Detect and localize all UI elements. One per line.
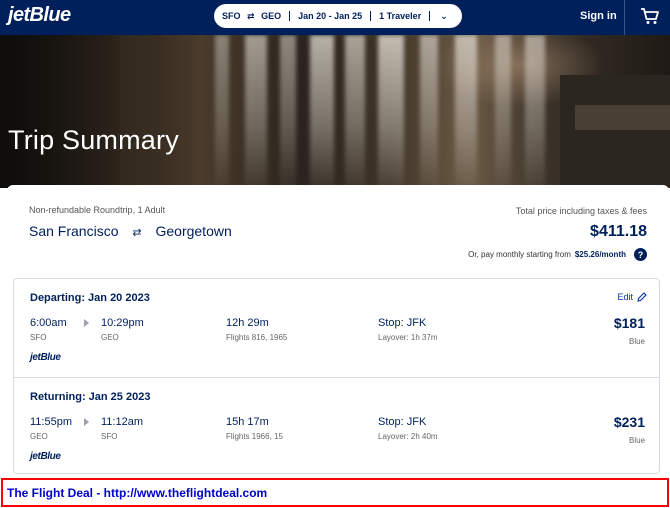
sign-in-link[interactable]: Sign in (580, 10, 617, 22)
help-icon[interactable]: ? (634, 248, 647, 261)
depart-code: GEO (30, 432, 48, 441)
header-divider (624, 0, 625, 35)
arrive-time: 10:29pm (101, 317, 144, 329)
fare-class: Blue (628, 436, 645, 445)
waterfall-stream (345, 35, 365, 188)
depart-time: 6:00am (30, 317, 67, 329)
waterfall-stream (245, 35, 267, 188)
pencil-icon (637, 292, 647, 302)
arrive-code: GEO (101, 333, 119, 342)
flight-numbers: Flights 1966, 15 (226, 432, 283, 441)
waterfall-stream (455, 35, 477, 188)
arrow-right-icon (84, 319, 89, 327)
cliff-rock (575, 105, 670, 130)
arrive-time: 11:12am (101, 416, 143, 428)
waterfall-stream (495, 35, 511, 188)
swap-icon: ⇄ (247, 10, 255, 21)
monthly-payment-info: Or, pay monthly starting from $25.26/mon… (468, 248, 647, 261)
waterfall-stream (420, 35, 438, 188)
waterfall-stream (280, 35, 296, 188)
arrive-code: SFO (101, 432, 118, 441)
stop-info: Stop: JFK (378, 317, 427, 329)
leg-price: $231 (613, 414, 645, 430)
edit-label: Edit (617, 292, 633, 302)
destination-code: GEO (261, 10, 282, 21)
leg-title: Returning: Jan 25 2023 (30, 391, 151, 403)
cart-icon[interactable] (640, 7, 660, 25)
total-price-label: Total price including taxes & fees (515, 206, 647, 216)
edit-button[interactable]: Edit (617, 292, 647, 302)
page-title: Trip Summary (8, 125, 179, 155)
trip-summary-card: Non-refundable Roundtrip, 1 Adult San Fr… (7, 185, 669, 270)
origin-city: San Francisco (29, 223, 119, 239)
monthly-label: Or, pay monthly starting from (468, 250, 571, 259)
duration: 15h 17m (226, 416, 269, 428)
trip-dates[interactable]: Jan 20 - Jan 25 (290, 11, 370, 21)
swap-icon: ⇄ (132, 227, 142, 239)
chevron-down-icon[interactable]: ⌄ (430, 11, 458, 22)
traveler-count[interactable]: 1 Traveler (371, 11, 429, 21)
destination-city: Georgetown (155, 223, 232, 239)
depart-time: 11:55pm (30, 416, 72, 428)
cliff-rock (560, 75, 670, 188)
duration: 12h 29m (226, 317, 269, 329)
waterfall-stream (215, 35, 229, 188)
layover-info: Layover: 2h 40m (378, 432, 438, 441)
flight-numbers: Flights 816, 1965 (226, 333, 288, 342)
top-nav-bar: jetBlue SFO ⇄ GEO Jan 20 - Jan 25 1 Trav… (0, 0, 670, 35)
trip-route[interactable]: SFO ⇄ GEO (214, 11, 289, 22)
leg-price: $181 (613, 315, 645, 331)
carrier-logo: jetBlue (30, 352, 61, 363)
waterfall-stream (310, 35, 334, 188)
total-price: $411.18 (590, 223, 647, 240)
fare-class: Blue (628, 337, 645, 346)
banner-text[interactable]: The Flight Deal - http://www.theflightde… (7, 486, 267, 500)
layover-info: Layover: 1h 37m (378, 333, 438, 342)
leg-title: Departing: Jan 20 2023 (30, 292, 150, 304)
monthly-amount: $25.26/month (574, 250, 626, 259)
jetblue-logo[interactable]: jetBlue (8, 4, 71, 27)
carrier-logo: jetBlue (30, 451, 61, 462)
departing-leg: Departing: Jan 20 2023 Edit 6:00am SFO 1… (14, 279, 659, 377)
flight-details-card: Departing: Jan 20 2023 Edit 6:00am SFO 1… (13, 278, 660, 474)
flight-deal-banner: The Flight Deal - http://www.theflightde… (1, 478, 669, 507)
route-display: San Francisco ⇄ Georgetown (29, 223, 232, 239)
hero-waterfall-image: Trip Summary (0, 35, 670, 188)
returning-leg: Returning: Jan 25 2023 11:55pm GEO 11:12… (14, 377, 659, 475)
stop-info: Stop: JFK (378, 416, 427, 428)
left-shadow (0, 35, 120, 188)
origin-code: SFO (222, 10, 241, 21)
arrow-right-icon (84, 418, 89, 426)
trip-selector-pill[interactable]: SFO ⇄ GEO Jan 20 - Jan 25 1 Traveler ⌄ (214, 4, 462, 28)
waterfall-stream (378, 35, 404, 188)
depart-code: SFO (30, 333, 47, 342)
fare-type-label: Non-refundable Roundtrip, 1 Adult (29, 205, 166, 215)
waterfall-stream (525, 35, 545, 188)
